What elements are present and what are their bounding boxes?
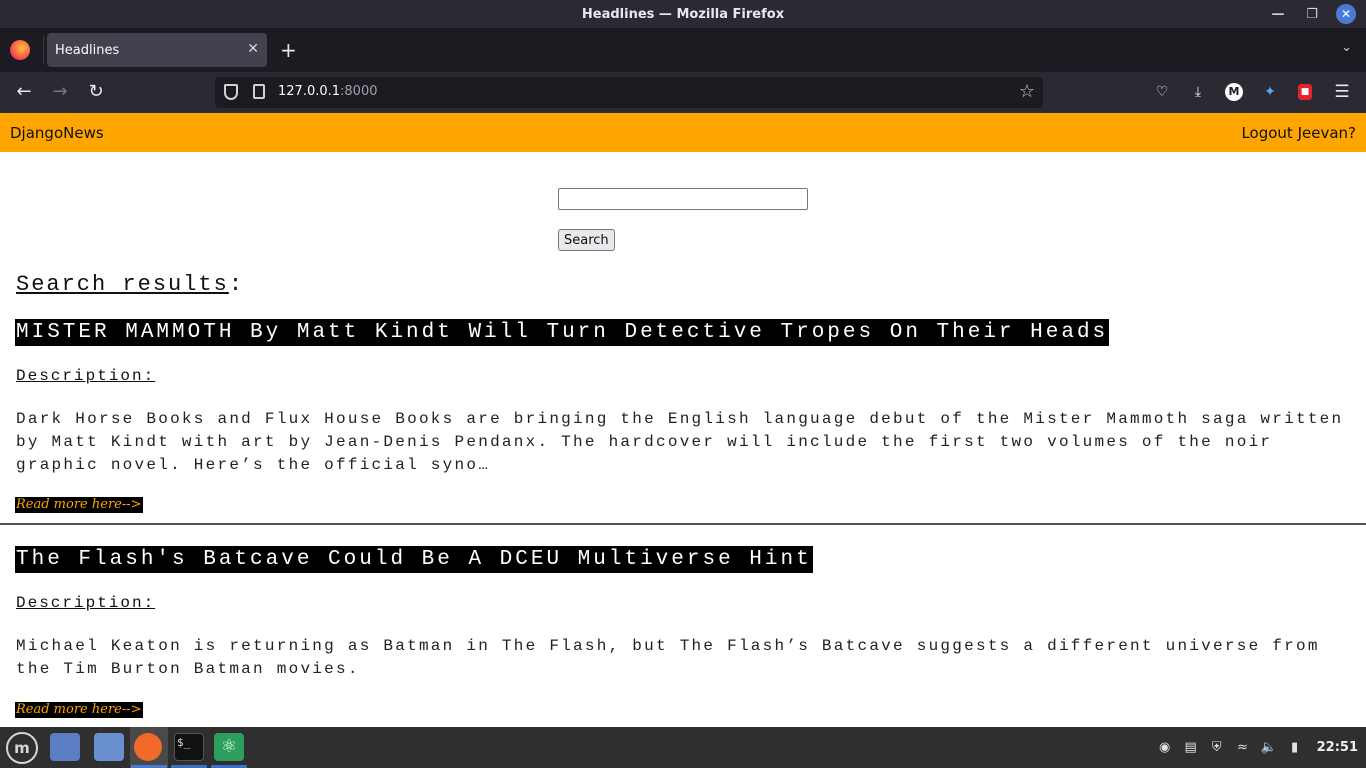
taskbar: m $_ ⚛ ◉ ▤ ⛨ ≈ 🔈 ▮ 22:51 bbox=[0, 727, 1366, 768]
reload-icon[interactable]: ↻ bbox=[84, 81, 108, 102]
battery-icon[interactable]: ▮ bbox=[1287, 740, 1303, 756]
article-description: Michael Keaton is returning as Batman in… bbox=[16, 637, 1320, 678]
clock[interactable]: 22:51 bbox=[1317, 740, 1358, 755]
show-desktop-icon[interactable] bbox=[50, 733, 80, 761]
maximize-icon[interactable]: ❐ bbox=[1302, 4, 1322, 24]
extension-m-icon[interactable]: M bbox=[1225, 83, 1243, 101]
bookmark-star-icon[interactable]: ☆ bbox=[1019, 81, 1035, 102]
search-button[interactable]: Search bbox=[558, 229, 615, 251]
files-icon[interactable] bbox=[94, 733, 124, 761]
pocket-icon[interactable]: ♡ bbox=[1152, 82, 1172, 102]
page-info-icon[interactable] bbox=[253, 84, 265, 99]
article-description: Dark Horse Books and Flux House Books ar… bbox=[16, 410, 1344, 474]
downloads-icon[interactable]: ⤓ bbox=[1188, 82, 1208, 102]
system-tray: ◉ ▤ ⛨ ≈ 🔈 ▮ 22:51 bbox=[1157, 727, 1366, 768]
atom-editor-icon[interactable]: ⚛ bbox=[214, 733, 244, 761]
page-content: Search Search results: MISTER MAMMOTH By… bbox=[0, 152, 1366, 727]
back-icon[interactable]: ← bbox=[12, 81, 36, 102]
tab-title: Headlines bbox=[55, 42, 120, 58]
search-results-heading-text: Search results bbox=[16, 272, 229, 297]
firefox-taskbar-icon[interactable] bbox=[134, 733, 162, 761]
url-text[interactable]: 127.0.0.1:8000 bbox=[278, 84, 378, 99]
close-window-icon[interactable]: ✕ bbox=[1336, 4, 1356, 24]
terminal-icon[interactable]: $_ bbox=[174, 733, 204, 761]
site-navbar: DjangoNews Logout Jeevan? bbox=[0, 113, 1366, 152]
mint-update-icon[interactable]: ◉ bbox=[1157, 740, 1173, 756]
extension-lock-red-icon[interactable]: ■ bbox=[1298, 84, 1312, 100]
window-controls: — ❐ ✕ bbox=[1268, 4, 1356, 24]
mint-menu-icon[interactable]: m bbox=[6, 732, 38, 764]
menu-hamburger-icon[interactable]: ☰ bbox=[1332, 82, 1352, 102]
close-tab-icon[interactable]: ✕ bbox=[247, 41, 259, 57]
extension-shield-blue-icon[interactable]: ✦ bbox=[1260, 82, 1280, 102]
shield-tray-icon[interactable]: ⛨ bbox=[1209, 740, 1225, 756]
search-input[interactable] bbox=[558, 188, 808, 210]
url-bar[interactable]: 127.0.0.1:8000 ☆ bbox=[215, 77, 1043, 108]
wifi-icon[interactable]: ≈ bbox=[1235, 740, 1251, 756]
minimize-icon[interactable]: — bbox=[1268, 4, 1288, 24]
window-title: Headlines — Mozilla Firefox bbox=[581, 6, 785, 22]
window-titlebar: Headlines — Mozilla Firefox — ❐ ✕ bbox=[0, 0, 1366, 28]
list-all-tabs-icon[interactable]: ⌄ bbox=[1341, 40, 1352, 55]
tab-separator bbox=[43, 36, 44, 64]
new-tab-icon[interactable]: + bbox=[280, 38, 297, 62]
search-results-heading: Search results: bbox=[16, 272, 244, 297]
tab-headlines[interactable]: Headlines ✕ bbox=[47, 33, 267, 67]
logout-link[interactable]: Logout Jeevan? bbox=[1241, 124, 1356, 142]
description-label: Description: bbox=[16, 367, 156, 385]
shield-icon[interactable] bbox=[224, 84, 238, 100]
url-host: 127.0.0.1 bbox=[278, 84, 341, 99]
forward-icon[interactable]: → bbox=[48, 81, 72, 102]
clipboard-icon[interactable]: ▤ bbox=[1183, 740, 1199, 756]
volume-icon[interactable]: 🔈 bbox=[1261, 740, 1277, 756]
url-port: :8000 bbox=[340, 84, 378, 99]
navigation-toolbar: ← → ↻ 127.0.0.1:8000 ☆ ♡ ⤓ M ✦ ■ ☰ bbox=[0, 72, 1366, 113]
brand-link[interactable]: DjangoNews bbox=[10, 124, 104, 142]
article-title: MISTER MAMMOTH By Matt Kindt Will Turn D… bbox=[15, 319, 1110, 346]
search-results-heading-colon: : bbox=[228, 272, 245, 297]
article-divider bbox=[0, 523, 1366, 525]
description-label: Description: bbox=[16, 594, 156, 612]
tab-strip: Headlines ✕ + ⌄ bbox=[0, 28, 1366, 72]
read-more-link[interactable]: Read more here--> bbox=[15, 702, 143, 718]
firefox-icon[interactable] bbox=[10, 40, 30, 60]
read-more-link[interactable]: Read more here--> bbox=[15, 497, 143, 513]
article-title: The Flash's Batcave Could Be A DCEU Mult… bbox=[15, 546, 813, 573]
